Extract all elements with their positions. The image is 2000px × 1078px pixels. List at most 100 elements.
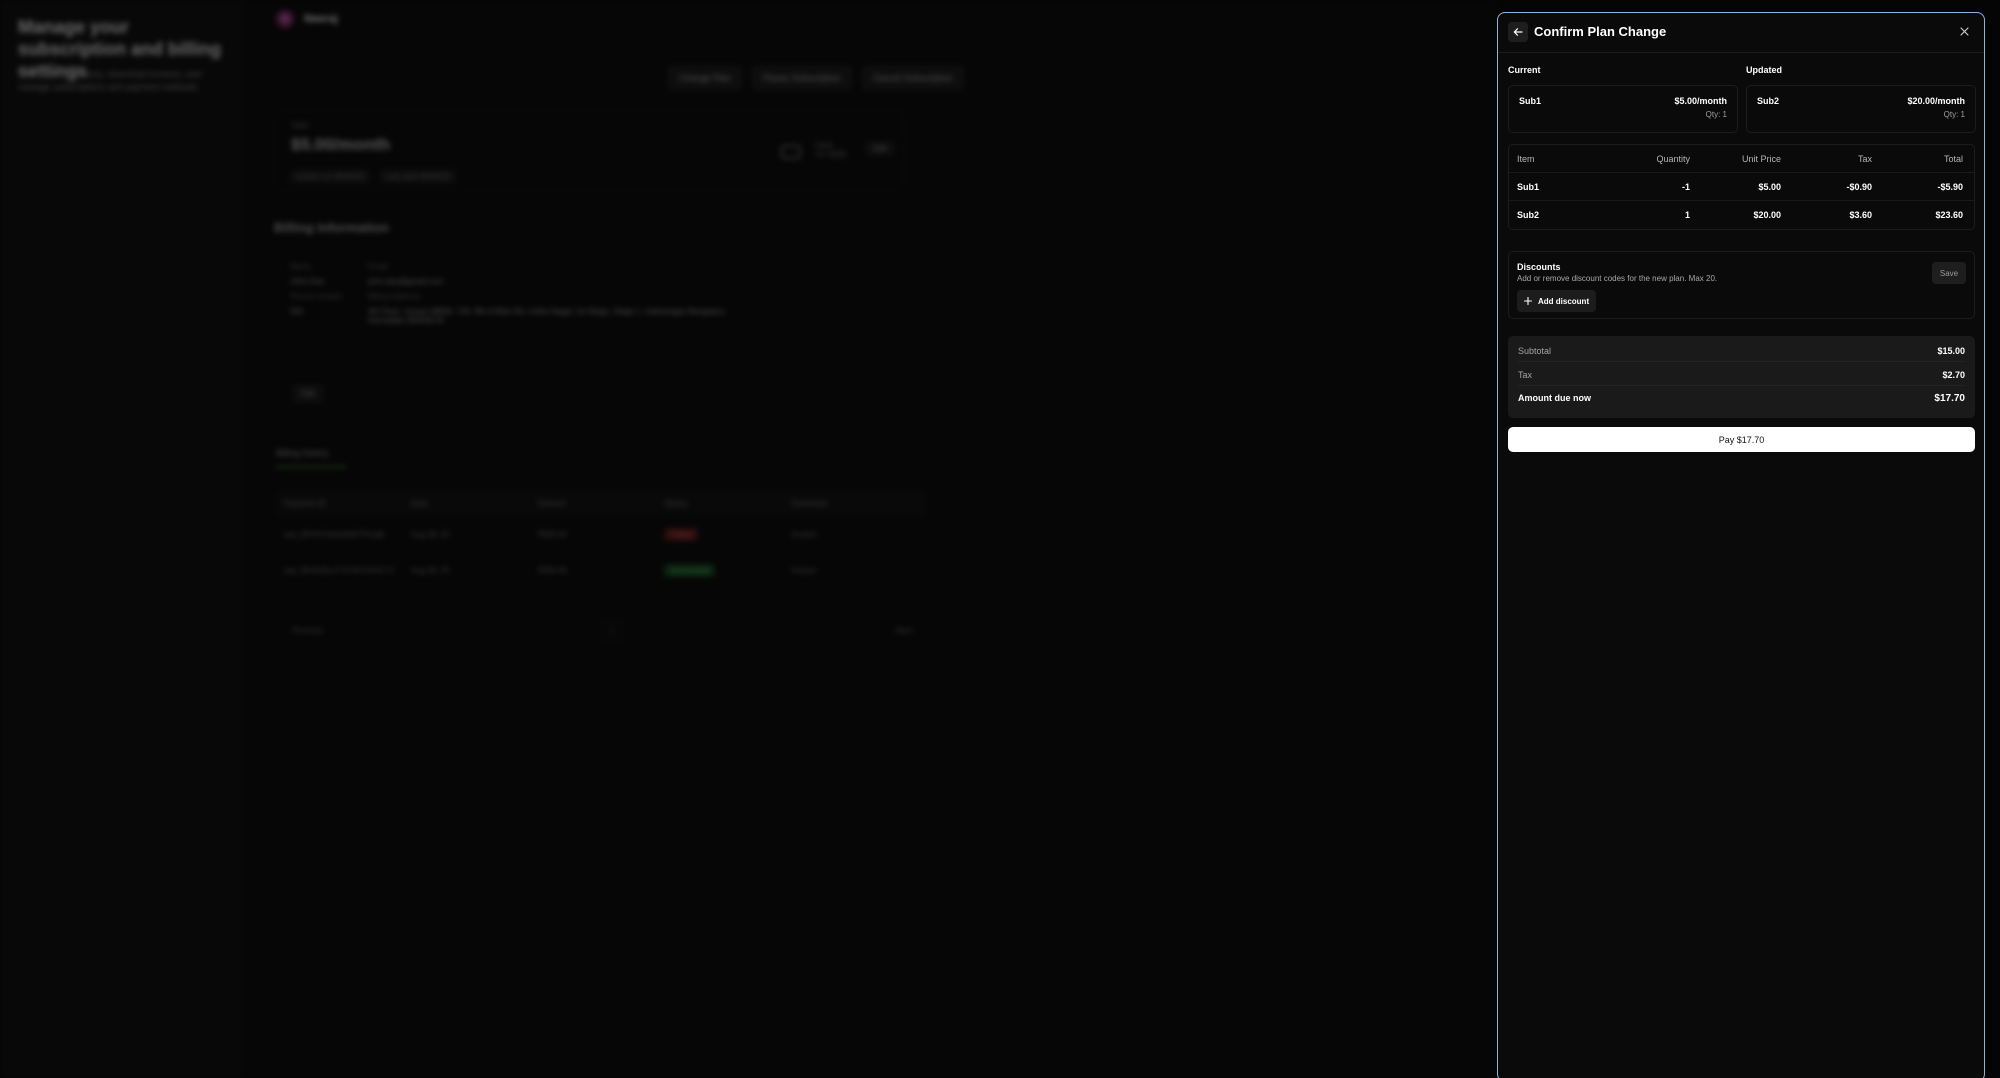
current-plan-box: Sub1 $5.00/month Qty: 1 [1508, 85, 1738, 133]
current-plan-card: Sub1 $5.00/month renews on 09/28/25 Last… [274, 110, 904, 190]
previous-page-button[interactable]: Previous [292, 626, 323, 635]
back-button[interactable] [1508, 22, 1528, 42]
info-value: 4th Floor, Vuuwe #8836, 726, 8th A Main … [368, 307, 727, 325]
header-total: Total [1943, 153, 1963, 164]
card-info: Card •••• 4242 [815, 141, 846, 159]
discounts-section: Discounts Add or remove discount codes f… [1508, 251, 1975, 319]
avatar: N [276, 10, 294, 28]
download-invoice-button[interactable]: Invoice [791, 566, 918, 575]
edit-card-button[interactable]: Edit [865, 141, 895, 156]
table-row: pay_BHrk6ScvTVCM7eOHL7X Aug 28, 25 ₹584.… [276, 553, 926, 589]
amount-due-value: $17.70 [1934, 392, 1965, 404]
payment-amount: ₹584.40 [537, 566, 568, 575]
info-key: Name [290, 262, 312, 271]
download-invoice-button[interactable]: Invoice [791, 530, 918, 539]
info-value: N/A [290, 307, 304, 316]
plan-name: Sub2 [1757, 96, 1780, 106]
quantity-cell: -1 [1681, 181, 1690, 192]
billing-info-row: Name Email [290, 262, 910, 271]
item-cell: Sub2 [1517, 210, 1540, 220]
tax-label: Tax [1518, 369, 1533, 380]
unit-price-cell: $5.00 [1758, 181, 1781, 192]
add-discount-label: Add discount [1538, 296, 1590, 306]
header-unit-price: Unit Price [1741, 153, 1781, 164]
tab-billing-history[interactable]: Billing history [276, 448, 346, 468]
payment-summary: Subtotal $15.00 Tax $2.70 Amount due now… [1508, 336, 1975, 418]
subtotal-row: Subtotal $15.00 [1518, 340, 1965, 362]
plan-price: $5.00/month [1674, 96, 1727, 106]
pay-button[interactable]: Pay $17.70 [1508, 427, 1975, 452]
updated-plan-box: Sub2 $20.00/month Qty: 1 [1746, 85, 1976, 133]
pause-subscription-button[interactable]: Pause Subscription [752, 66, 852, 90]
table-row: Sub2 1 $20.00 $3.60 $23.60 [1509, 201, 1974, 229]
plan-quantity: Qty: 1 [1943, 110, 1965, 119]
status-badge: Successful [664, 564, 716, 577]
header-cell: Status [664, 499, 688, 508]
subtotal-label: Subtotal [1518, 345, 1552, 356]
plan-price: $20.00/month [1907, 96, 1965, 106]
save-discounts-button[interactable]: Save [1932, 262, 1966, 284]
credit-card-icon [781, 145, 801, 159]
card-number: •••• 4242 [815, 150, 847, 159]
background-sidebar: Manage your subscription and billing set… [0, 0, 242, 1078]
panel-header: Confirm Plan Change [1498, 13, 1984, 53]
header-cell: Payment ID [284, 499, 326, 508]
billing-history-table: Payment ID Date Amount Status Download p… [276, 490, 926, 589]
header-item: Item [1517, 153, 1535, 164]
discounts-description: Add or remove discount codes for the new… [1517, 274, 1718, 283]
info-key: Billing Address [368, 292, 421, 301]
status-cell: Failed [664, 528, 791, 541]
plan-name: Sub1 [1519, 96, 1542, 106]
add-discount-button[interactable]: Add discount [1517, 290, 1597, 312]
plan-label: Sub1 [291, 121, 310, 130]
header-tax: Tax [1857, 153, 1872, 164]
header-cell: Date [410, 499, 428, 508]
amount-due-row: Amount due now $17.70 [1518, 387, 1965, 409]
billing-info-row: N/A 4th Floor, Vuuwe #8836, 726, 8th A M… [290, 307, 910, 325]
status-cell: Successful [664, 564, 791, 577]
info-key: Phone number [290, 292, 343, 301]
arrow-left-icon [1513, 28, 1523, 36]
close-icon [1959, 26, 1969, 36]
panel-title: Confirm Plan Change [1534, 24, 1667, 39]
billing-info-row: Phone number Billing Address [290, 292, 910, 301]
info-value: john.doe@gmail.com [368, 277, 444, 286]
subscription-actions: Change Plan Pause Subscription Cancel Su… [668, 66, 964, 90]
billing-info-row: John Doe john.doe@gmail.com [290, 277, 910, 286]
page-subheading: View payment history, download invoices,… [18, 69, 202, 92]
header-cell: Download [791, 499, 827, 508]
payment-id: pay_BHr9Y0d4pIbKKTKoaB [284, 530, 385, 539]
card-label: Card [815, 141, 833, 150]
payment-date: Aug 28, 25 [410, 566, 450, 575]
item-cell: Sub1 [1517, 181, 1540, 192]
info-value: John Doe [290, 277, 325, 286]
table-row: Sub1 -1 $5.00 -$0.90 -$5.90 [1509, 173, 1974, 201]
close-button[interactable] [1954, 21, 1974, 41]
change-plan-button[interactable]: Change Plan [668, 66, 743, 90]
user-badge: N Neeraj [276, 10, 338, 28]
amount-due-label: Amount due now [1518, 393, 1591, 403]
total-cell: -$5.90 [1937, 181, 1963, 192]
current-label: Current [1508, 65, 1541, 75]
status-badge: Failed [664, 528, 699, 541]
renews-chip: renews on 09/28/25 [289, 169, 372, 184]
page-number[interactable]: 1 [602, 621, 623, 640]
plan-change-items-table: Item Quantity Unit Price Tax Total Sub1 … [1508, 144, 1975, 230]
quantity-cell: 1 [1684, 210, 1690, 220]
tax-value: $2.70 [1942, 369, 1965, 380]
edit-billing-button[interactable]: Edit [292, 384, 324, 403]
table-header: Item Quantity Unit Price Tax Total [1509, 145, 1974, 173]
header-quantity: Quantity [1656, 153, 1690, 164]
next-page-button[interactable]: Next [896, 626, 912, 635]
updated-label: Updated [1746, 65, 1782, 75]
user-name: Neeraj [304, 13, 338, 25]
tax-row: Tax $2.70 [1518, 364, 1965, 386]
plan-price: $5.00/month [291, 135, 391, 154]
info-key: Email [368, 262, 389, 271]
payment-id: pay_BHrk6ScvTVCM7eOHL7X [284, 566, 395, 575]
plus-icon [1524, 297, 1532, 305]
tax-cell: -$0.90 [1846, 181, 1872, 192]
cancel-subscription-button[interactable]: Cancel Subscription [861, 66, 964, 90]
payment-amount: ₹584.42 [537, 530, 568, 539]
last-paid-chip: Last paid 08/28/25 [379, 169, 457, 184]
